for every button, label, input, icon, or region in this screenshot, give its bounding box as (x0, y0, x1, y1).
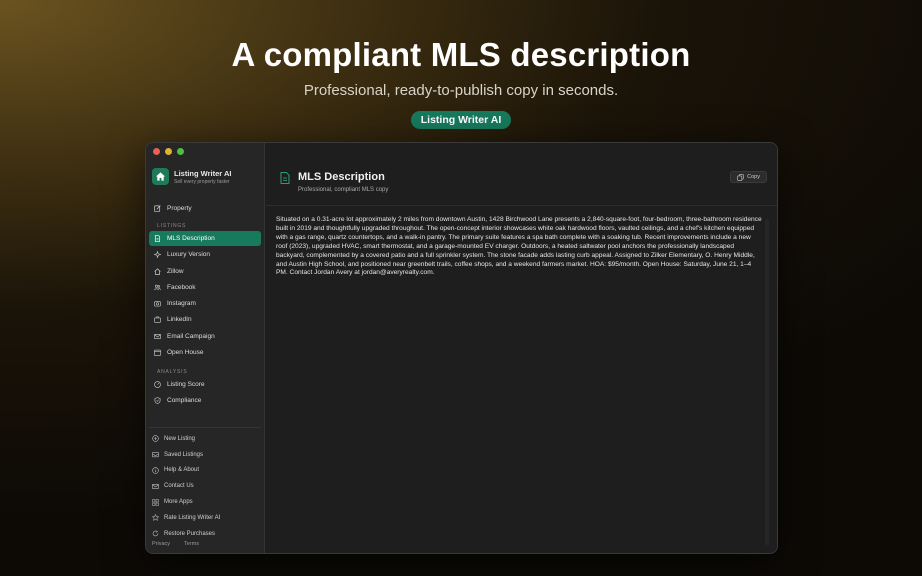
document-icon (154, 235, 161, 242)
restore-purchases-button[interactable]: Restore Purchases (149, 526, 261, 542)
bottom-item-label: Rate Listing Writer AI (164, 514, 221, 521)
copy-icon (737, 173, 744, 181)
house-logo-icon (152, 168, 169, 185)
listings-nav: LISTINGS MLS Description Luxury Version … (149, 221, 261, 361)
app-tagline: Sell every property faster (174, 178, 230, 185)
header-divider (266, 205, 777, 206)
sidebar-item-label: Compliance (167, 397, 202, 405)
analysis-nav: ANALYSIS Listing Score Compliance (149, 367, 261, 410)
camera-icon (154, 301, 161, 307)
close-button[interactable] (153, 148, 160, 155)
hero-subtitle: Professional, ready-to-publish copy in s… (303, 82, 619, 99)
envelope-icon (154, 333, 161, 339)
plus-circle-icon (152, 435, 159, 443)
property-nav: Property (149, 201, 261, 217)
restore-icon (152, 530, 159, 537)
main-header: MLS Description Professional, compliant … (280, 171, 388, 193)
analysis-section-label: ANALYSIS (157, 369, 188, 375)
mls-description-text[interactable]: Situated on a 0.31-acre lot approximatel… (276, 216, 762, 278)
sidebar-item-open-house[interactable]: Open House (149, 345, 261, 360)
info-icon (152, 467, 159, 474)
help-about-button[interactable]: Help & About (149, 463, 261, 479)
bottom-item-label: Restore Purchases (164, 530, 216, 537)
calendar-icon (154, 349, 161, 356)
grid-icon (152, 498, 159, 506)
minimize-button[interactable] (165, 148, 172, 155)
gauge-icon (154, 381, 161, 388)
app-header: Listing Writer AI Sell every property fa… (152, 168, 232, 185)
app-window: Listing Writer AI Sell every property fa… (145, 142, 778, 554)
copy-button-label: Copy (747, 174, 760, 180)
people-icon (154, 284, 161, 291)
hero-title: A compliant MLS description (231, 36, 691, 73)
star-icon (152, 514, 159, 522)
sidebar-item-label: Luxury Version (167, 251, 210, 259)
sidebar-item-linkedin[interactable]: LinkedIn (149, 312, 261, 327)
sidebar: Listing Writer AI Sell every property fa… (146, 143, 265, 553)
tray-icon (152, 452, 159, 458)
document-icon (280, 172, 290, 184)
hero: A compliant MLS description Professional… (0, 36, 922, 129)
saved-listings-button[interactable]: Saved Listings (149, 447, 261, 463)
sidebar-bottom: New Listing Saved Listings Help & About … (149, 427, 261, 542)
sidebar-item-label: Listing Score (167, 381, 205, 388)
page-subtitle: Professional, compliant MLS copy (298, 187, 389, 193)
sidebar-item-label: LinkedIn (167, 316, 192, 324)
copy-button[interactable]: Copy (730, 171, 767, 183)
listings-section-label: LISTINGS (157, 223, 187, 229)
bottom-item-label: More Apps (164, 499, 193, 506)
sidebar-item-listing-score[interactable]: Listing Score (149, 377, 261, 392)
sidebar-item-label: Property (167, 205, 192, 212)
app-name: Listing Writer AI (174, 168, 232, 178)
bottom-item-label: Saved Listings (164, 451, 204, 458)
envelope-icon (152, 483, 159, 489)
sidebar-item-property[interactable]: Property (149, 201, 261, 216)
sidebar-item-label: Instagram (167, 300, 196, 308)
window-controls (153, 148, 184, 155)
sidebar-item-label: MLS Description (167, 235, 215, 242)
sidebar-item-label: Zillow (167, 267, 184, 275)
sidebar-item-mls-description[interactable]: MLS Description (149, 231, 261, 246)
bottom-item-label: Contact Us (164, 483, 194, 490)
more-apps-button[interactable]: More Apps (149, 494, 261, 510)
sidebar-item-luxury-version[interactable]: Luxury Version (149, 247, 261, 262)
edit-icon (154, 205, 161, 212)
shield-icon (154, 397, 161, 405)
main-panel: MLS Description Professional, compliant … (266, 143, 777, 553)
page-title: MLS Description (298, 171, 385, 183)
contact-us-button[interactable]: Contact Us (149, 478, 261, 494)
hero-badge: Listing Writer AI (410, 111, 512, 129)
briefcase-icon (154, 317, 161, 324)
rate-app-button[interactable]: Rate Listing Writer AI (149, 510, 261, 526)
sidebar-item-label: Email Campaign (167, 332, 215, 340)
sidebar-item-label: Facebook (167, 283, 196, 291)
house-icon (154, 267, 161, 275)
bottom-item-label: New Listing (164, 435, 196, 442)
privacy-link[interactable]: Privacy (152, 541, 170, 547)
sidebar-item-compliance[interactable]: Compliance (149, 393, 261, 408)
bottom-item-label: Help & About (164, 467, 200, 474)
sparkle-icon (154, 251, 161, 259)
zoom-button[interactable] (177, 148, 184, 155)
footer-links: Privacy Terms (152, 541, 199, 547)
scrollbar[interactable] (765, 219, 769, 545)
sidebar-item-facebook[interactable]: Facebook (149, 280, 261, 295)
new-listing-button[interactable]: New Listing (149, 431, 261, 447)
sidebar-item-zillow[interactable]: Zillow (149, 264, 261, 279)
terms-link[interactable]: Terms (184, 541, 199, 547)
sidebar-item-email-campaign[interactable]: Email Campaign (149, 329, 261, 344)
sidebar-item-instagram[interactable]: Instagram (149, 296, 261, 311)
sidebar-item-label: Open House (167, 349, 204, 357)
